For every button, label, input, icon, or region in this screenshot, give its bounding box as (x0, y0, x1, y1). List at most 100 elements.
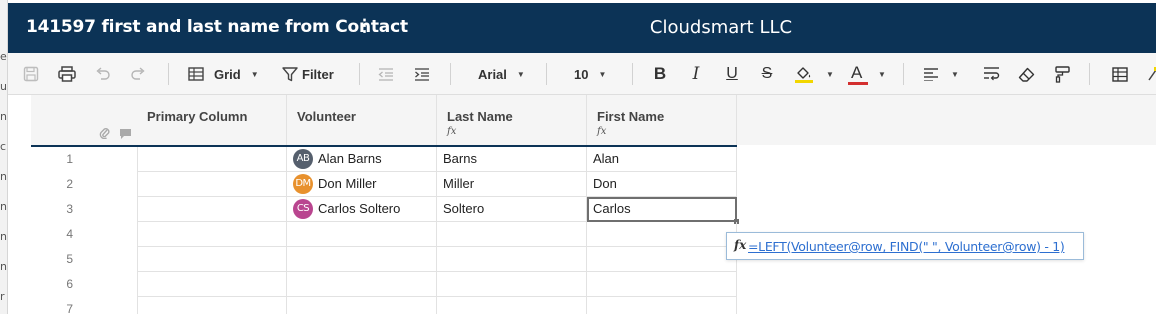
cell-first-name[interactable]: Don (587, 172, 737, 197)
cell-primary[interactable] (137, 197, 287, 222)
cell-first-name[interactable]: Alan (587, 147, 737, 172)
cell-primary[interactable] (137, 247, 287, 272)
cell-first-name[interactable] (587, 247, 737, 272)
avatar: CS (293, 198, 313, 219)
cell-last-name[interactable]: Barns (437, 147, 587, 172)
cell-volunteer[interactable] (287, 247, 437, 272)
font-size-select[interactable]: 10 ▼ (574, 61, 614, 87)
underline-button[interactable]: U (724, 61, 740, 87)
table-row: 2 DM Don Miller Miller Don (31, 172, 737, 197)
row-number[interactable]: 5 (31, 247, 136, 272)
highlight-swatch (795, 80, 813, 83)
strikethrough-button[interactable]: S (759, 61, 775, 87)
filter-button[interactable]: Filter (282, 61, 344, 87)
text-color-glyph: A (851, 63, 863, 82)
attachment-icon (99, 126, 110, 144)
cell-last-name[interactable] (437, 222, 587, 247)
bold-button[interactable]: B (652, 61, 668, 87)
format-painter-icon[interactable] (1053, 61, 1071, 87)
column-formula-icon: fx (447, 126, 457, 137)
column-header-last-name[interactable]: Last Name fx (437, 95, 587, 145)
cell-last-name[interactable] (437, 297, 587, 314)
column-label: First Name (597, 109, 665, 124)
cell-last-name[interactable] (437, 247, 587, 272)
row-number[interactable]: 4 (31, 222, 136, 247)
cell-volunteer[interactable]: DM Don Miller (287, 172, 437, 197)
font-family-value: Arial (478, 66, 507, 82)
cell-first-name[interactable] (587, 297, 737, 314)
cell-primary[interactable] (137, 272, 287, 297)
table-icon[interactable] (1111, 61, 1129, 87)
row-number[interactable]: 3 (31, 197, 136, 222)
cell-volunteer[interactable] (287, 222, 437, 247)
save-icon[interactable] (22, 61, 40, 87)
text-color-button[interactable]: A ▼ (848, 61, 894, 87)
cell-first-name[interactable]: Carlos (587, 197, 739, 224)
column-header-primary[interactable]: Primary Column (137, 95, 287, 145)
view-label: Grid (214, 66, 241, 82)
cell-volunteer[interactable]: AB Alan Barns (287, 147, 437, 172)
indent-icon[interactable] (413, 61, 431, 87)
cell-volunteer[interactable]: CS Carlos Soltero (287, 197, 437, 222)
toolbar-divider (546, 63, 547, 85)
column-label: Volunteer (297, 109, 356, 124)
chevron-down-icon: ▼ (598, 69, 607, 79)
row-number[interactable]: 2 (31, 172, 136, 197)
column-label: Last Name (447, 109, 513, 124)
fill-color-button[interactable]: ▼ (794, 61, 840, 87)
row-number[interactable]: 1 (31, 147, 136, 172)
avatar: AB (293, 148, 313, 169)
toolbar-divider (359, 63, 360, 85)
eraser-icon[interactable] (1017, 61, 1035, 87)
background-window-glyph: n (0, 260, 7, 273)
cell-first-name[interactable] (587, 272, 737, 297)
toolbar-divider (1089, 63, 1090, 85)
cell-last-name[interactable] (437, 272, 587, 297)
table-row: 6 (31, 272, 737, 297)
cell-first-name[interactable] (587, 222, 737, 247)
chevron-down-icon: ▼ (516, 69, 525, 79)
italic-button[interactable]: I (688, 61, 704, 87)
row-header-corner (31, 95, 137, 145)
contact-name: Alan Barns (318, 151, 382, 166)
chevron-down-icon: ▼ (878, 69, 886, 79)
table-row: 4 (31, 222, 737, 247)
filter-icon (282, 66, 298, 82)
align-button[interactable]: ▼ (923, 61, 969, 87)
view-selector[interactable]: Grid ▼ (188, 61, 266, 87)
cell-last-name[interactable]: Miller (437, 172, 587, 197)
table-row: 5 (31, 247, 737, 272)
outdent-icon[interactable] (377, 61, 395, 87)
background-window-glyph: er (0, 50, 7, 63)
formula-text[interactable]: =LEFT(Volunteer@row, FIND(" ", Volunteer… (748, 239, 1065, 254)
cell-primary[interactable] (137, 222, 287, 247)
font-family-select[interactable]: Arial ▼ (478, 61, 528, 87)
cell-primary[interactable] (137, 147, 287, 172)
row-number[interactable]: 6 (31, 272, 136, 297)
workspace-name: Cloudsmart LLC (649, 17, 793, 38)
row-number[interactable]: 7 (31, 297, 136, 314)
cell-volunteer[interactable] (287, 272, 437, 297)
column-header-volunteer[interactable]: Volunteer (287, 95, 437, 145)
text-color-swatch (848, 82, 868, 85)
toolbar-divider (450, 63, 451, 85)
cell-primary[interactable] (137, 297, 287, 314)
cell-volunteer[interactable] (287, 297, 437, 314)
contact-name: Don Miller (318, 176, 377, 191)
background-window-glyph: c (0, 140, 7, 153)
redo-icon[interactable] (129, 61, 147, 87)
toolbar-divider (903, 63, 904, 85)
column-header-first-name[interactable]: First Name fx (587, 95, 737, 145)
undo-icon[interactable] (94, 61, 112, 87)
more-toolbar-icon[interactable] (1146, 61, 1156, 87)
strikethrough-icon: S (761, 65, 773, 82)
background-window-glyph: u (0, 80, 7, 93)
contact-name: Carlos Soltero (318, 201, 401, 216)
cell-primary[interactable] (137, 172, 287, 197)
cell-last-name[interactable]: Soltero (437, 197, 587, 222)
column-header-row: Primary Column Volunteer Last Name fx Fi… (31, 95, 1156, 145)
print-icon[interactable] (58, 61, 76, 87)
column-formula-icon: fx (597, 126, 607, 137)
workspace-name-wrap: Cloudsmart LLC (8, 17, 1156, 38)
wrap-text-icon[interactable] (982, 61, 1000, 87)
